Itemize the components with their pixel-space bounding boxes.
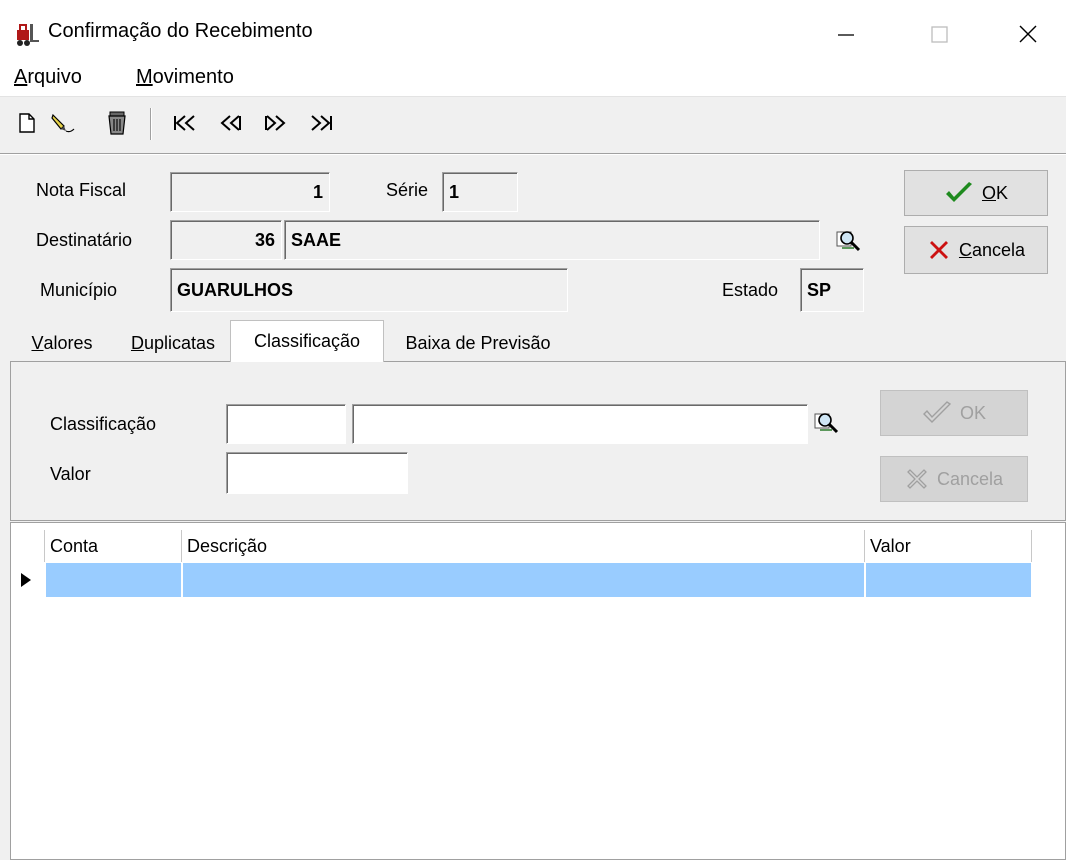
grid-header-conta[interactable]: Conta [46,530,182,562]
edit-pencil-icon[interactable] [50,110,76,136]
cancel-button[interactable]: Cancela [904,226,1048,274]
maximize-icon [931,26,948,43]
minimize-button[interactable] [818,14,874,54]
serie-field[interactable]: 1 [442,172,518,212]
new-document-icon[interactable] [14,110,40,136]
destinatario-label: Destinatário [36,230,133,250]
toolbar [0,96,1066,154]
nota-fiscal-field[interactable]: 1 [170,172,330,212]
tab-valores[interactable]: Valores [14,326,110,360]
nota-fiscal-label: Nota Fiscal [36,180,127,200]
row-indicator-icon [18,571,34,589]
classificacao-desc-input[interactable] [352,404,808,444]
valor-label: Valor [50,464,91,484]
toolbar-separator [150,108,152,140]
tab-classificacao[interactable]: Classificação [230,320,384,362]
delete-trash-icon[interactable] [104,110,130,136]
close-icon [1019,25,1037,43]
first-record-icon[interactable] [172,110,198,136]
grid-header-descricao[interactable]: Descrição [183,530,865,562]
window-title: Confirmação do Recebimento [48,20,313,42]
last-record-icon[interactable] [308,110,334,136]
cancel-x-icon [907,469,927,489]
previous-record-icon[interactable] [218,110,244,136]
classificacao-label: Classificação [50,414,157,434]
search-magnifier-icon[interactable] [834,228,862,254]
next-record-icon[interactable] [262,110,288,136]
estado-label: Estado [722,280,779,300]
tab-duplicatas[interactable]: Duplicatas [116,326,230,360]
grid-header-valor[interactable]: Valor [866,530,1032,562]
forklift-icon [14,22,40,48]
cancel-x-icon [929,241,948,259]
table-row-cell-descricao[interactable] [183,563,865,597]
table-row-cell-conta[interactable] [46,563,182,597]
table-row-cell-valor[interactable] [866,563,1032,597]
checkmark-icon [945,182,972,202]
close-button[interactable] [1000,14,1056,54]
menu-arquivo[interactable]: Arquivo [14,66,82,89]
grid-corner-header [11,530,45,562]
municipio-field[interactable]: GUARULHOS [170,268,568,312]
destinatario-code-field[interactable]: 36 [170,220,282,260]
municipio-label: Município [40,280,118,300]
classificacao-cancel-button[interactable]: Cancela [880,456,1028,502]
serie-label: Série [386,180,429,200]
classificacao-ok-button[interactable]: OK [880,390,1028,436]
classificacao-code-input[interactable] [226,404,346,444]
valor-input[interactable] [226,452,408,494]
ok-button[interactable]: OK [904,170,1048,216]
checkmark-icon [922,401,952,423]
destinatario-name-field[interactable]: SAAE [284,220,820,260]
search-magnifier-icon[interactable] [812,410,840,436]
tab-baixa-previsao[interactable]: Baixa de Previsão [386,326,570,360]
maximize-button[interactable] [912,14,968,54]
minimize-icon [838,34,854,36]
estado-field[interactable]: SP [800,268,864,312]
menu-movimento[interactable]: Movimento [136,66,234,89]
